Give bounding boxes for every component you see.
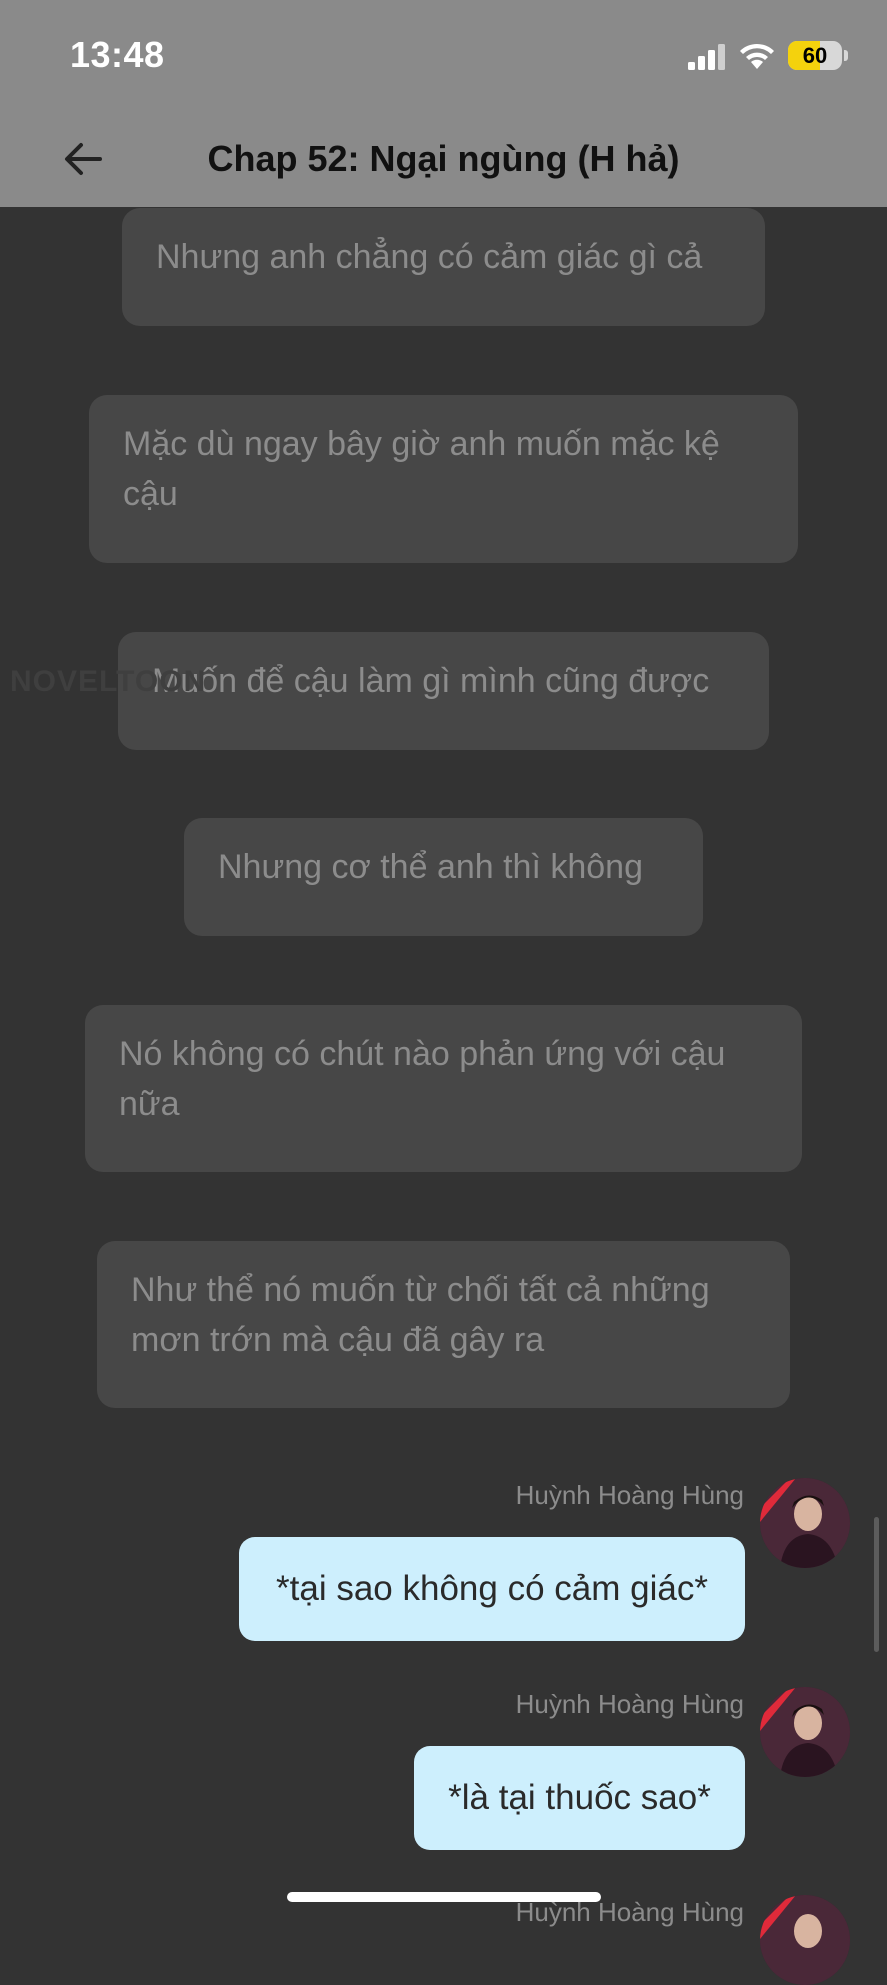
avatar[interactable] [760, 1478, 850, 1568]
status-bar: 13:48 60 [0, 0, 887, 110]
narration-text: Muốn để cậu làm gì mình cũng được [152, 662, 710, 700]
narration-text: Nhưng anh chẳng có cảm giác gì cả [156, 238, 703, 276]
battery-icon: 60 [788, 41, 842, 70]
narration-text: Nhưng cơ thể anh thì không [218, 848, 643, 886]
narration-bubble: Muốn để cậu làm gì mình cũng được [118, 632, 769, 750]
battery-nub [844, 50, 848, 61]
scrollbar[interactable] [874, 1517, 879, 1652]
battery-percent: 60 [802, 43, 828, 68]
wifi-icon [740, 43, 774, 69]
narration-text: Như thể nó muốn từ chối tất cả những mơn… [131, 1271, 710, 1359]
cellular-signal-icon [688, 44, 725, 70]
status-time: 13:48 [70, 34, 165, 75]
narration-text: Mặc dù ngay bây giờ anh muốn mặc kệ cậu [123, 425, 720, 513]
narration-text: Nó không có chút nào phản ứng với cậu nữ… [119, 1035, 726, 1123]
message-bubble: *tại sao không có cảm giác* [239, 1537, 745, 1641]
message-bubble: *là tại thuốc sao* [414, 1746, 745, 1850]
message-text: *tại sao không có cảm giác* [276, 1569, 708, 1608]
avatar[interactable] [760, 1895, 850, 1985]
chapter-header: Chap 52: Ngại ngùng (H hả) [0, 110, 887, 207]
message-text: *là tại thuốc sao* [448, 1778, 711, 1817]
sender-name: Huỳnh Hoàng Hùng [515, 1480, 744, 1510]
home-indicator[interactable] [287, 1892, 601, 1902]
narration-bubble: Nhưng anh chẳng có cảm giác gì cả [122, 208, 765, 326]
chapter-title: Chap 52: Ngại ngùng (H hả) [207, 138, 680, 179]
back-arrow-icon[interactable] [58, 134, 108, 184]
narration-bubble: Nhưng cơ thể anh thì không [184, 818, 703, 936]
avatar[interactable] [760, 1687, 850, 1777]
narration-bubble: Mặc dù ngay bây giờ anh muốn mặc kệ cậu [89, 395, 798, 563]
narration-bubble: Như thể nó muốn từ chối tất cả những mơn… [97, 1241, 790, 1408]
noveltoon-watermark: NOVELTOON [10, 665, 207, 698]
sender-name: Huỳnh Hoàng Hùng [515, 1689, 744, 1719]
narration-bubble: Nó không có chút nào phản ứng với cậu nữ… [85, 1005, 802, 1172]
